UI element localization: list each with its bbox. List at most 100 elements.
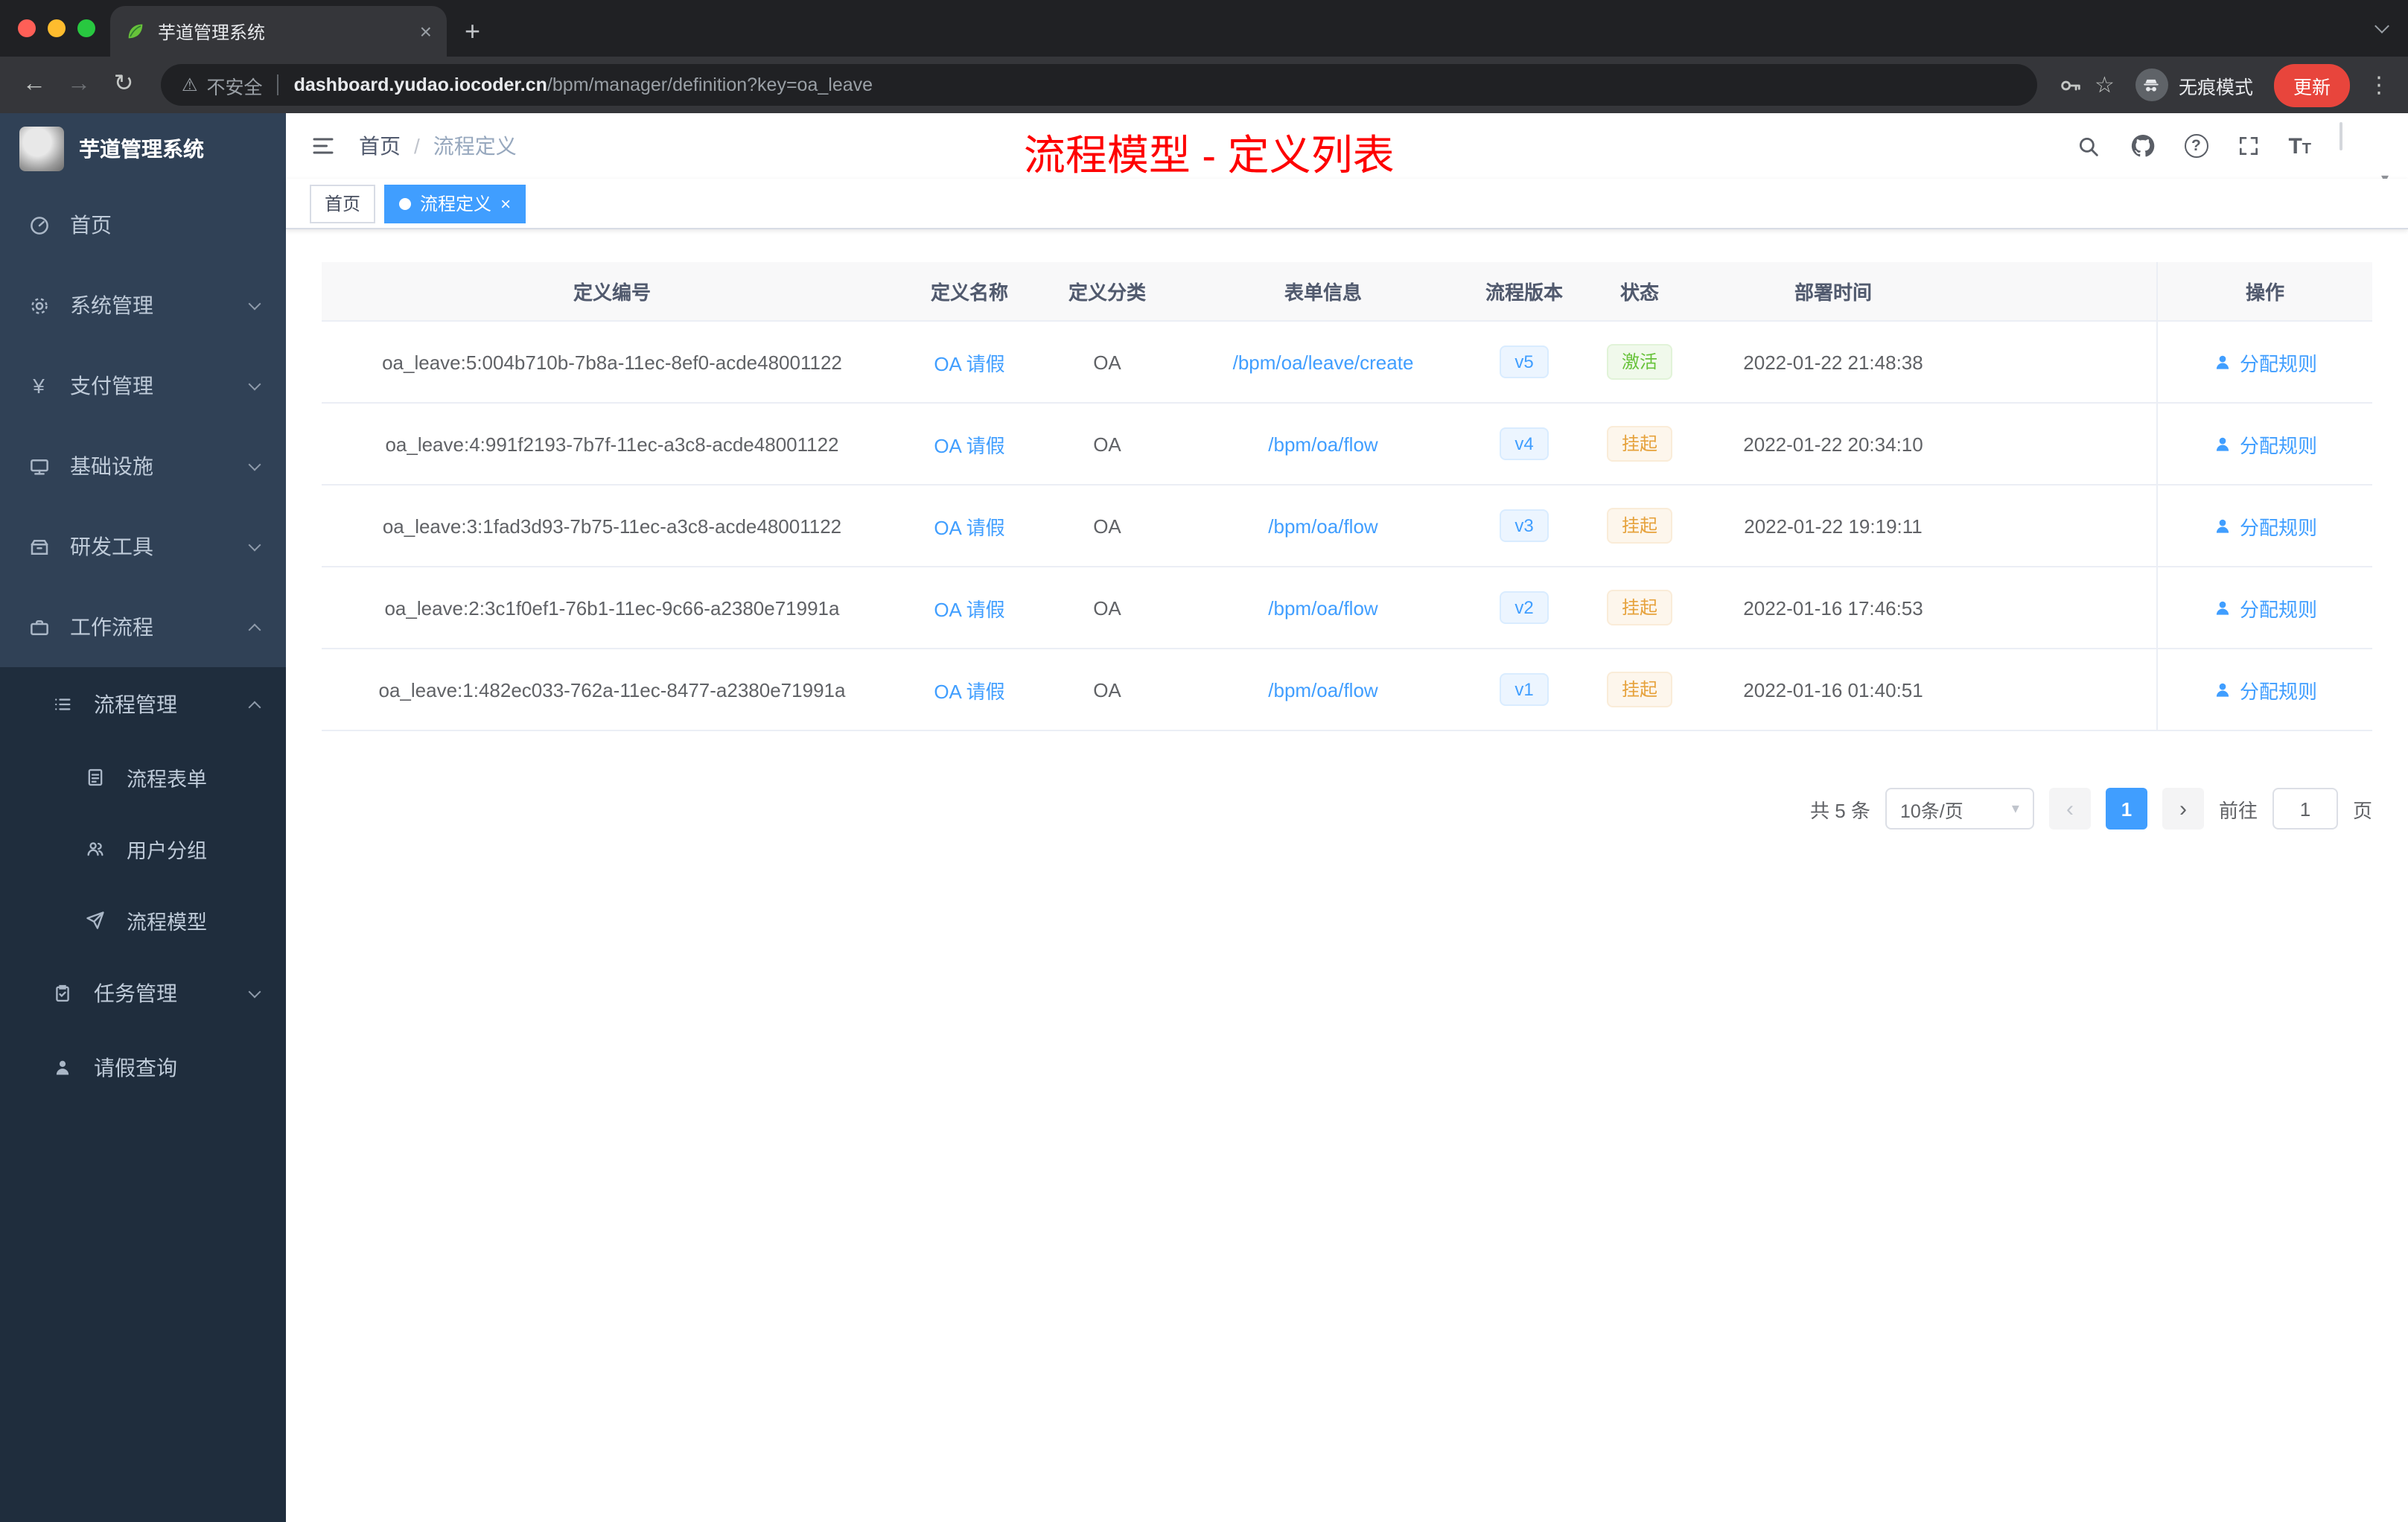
sidebar-item-process-model[interactable]: 流程模型 — [0, 885, 286, 956]
incognito-badge: 无痕模式 — [2135, 69, 2253, 101]
window-controls — [18, 19, 95, 37]
tag-close-icon[interactable]: × — [500, 194, 511, 212]
update-button[interactable]: 更新 — [2273, 63, 2350, 106]
browser-tabstrip: 芋道管理系统 × + — [0, 0, 2408, 57]
prev-page-button[interactable]: ‹ — [2048, 788, 2091, 830]
sidebar-item-workflow[interactable]: 工作流程 — [0, 587, 286, 667]
browser-menu-icon[interactable]: ⋮ — [2368, 71, 2390, 98]
col-form-info: 表单信息 — [1284, 281, 1362, 304]
send-icon — [83, 910, 107, 931]
user-avatar[interactable]: ▾ — [2339, 122, 2389, 188]
bookmark-star-icon[interactable]: ☆ — [2095, 71, 2115, 98]
definition-name-link[interactable]: OA 请假 — [934, 675, 1004, 704]
cell-category: OA — [1093, 351, 1121, 373]
sidebar-item-process-form[interactable]: 流程表单 — [0, 742, 286, 813]
sidebar-item-leave-query[interactable]: 请假查询 — [0, 1031, 286, 1105]
tab-search-chevron-icon[interactable] — [2374, 19, 2389, 34]
col-version: 流程版本 — [1485, 281, 1563, 304]
tag-home[interactable]: 首页 — [310, 184, 376, 223]
pagination-total: 共 5 条 — [1810, 799, 1870, 821]
col-definition-id: 定义编号 — [573, 281, 651, 304]
breadcrumb-home[interactable]: 首页 — [359, 131, 401, 161]
help-icon[interactable]: ? — [2184, 134, 2208, 158]
header-actions: ? TT ▾ — [2075, 122, 2389, 188]
sidebar-item-home[interactable]: 首页 — [0, 185, 286, 265]
form-icon — [83, 767, 107, 788]
tag-active-dot — [399, 197, 412, 209]
back-button[interactable]: ← — [18, 72, 51, 97]
tab-close-icon[interactable]: × — [420, 21, 432, 42]
cell-form-info: /bpm/oa/flow — [1178, 649, 1468, 730]
current-page-button[interactable]: 1 — [2105, 788, 2147, 830]
security-label[interactable]: 不安全 — [207, 71, 263, 99]
status-badge: 挂起 — [1606, 507, 1672, 544]
table-row: oa_leave:3:1fad3d93-7b75-11ec-a3c8-acde4… — [322, 485, 2372, 567]
password-key-icon[interactable] — [2057, 72, 2083, 98]
sidebar-item-devtools[interactable]: 研发工具 — [0, 506, 286, 587]
page-size-select[interactable]: 10条/页 ▾ — [1885, 788, 2034, 830]
definition-name-link[interactable]: OA 请假 — [934, 348, 1004, 376]
definition-name-link[interactable]: OA 请假 — [934, 430, 1004, 458]
cell-actions: 分配规则 — [2156, 649, 2372, 730]
cell-actions: 分配规则 — [2156, 485, 2372, 566]
table-row: oa_leave:2:3c1f0ef1-76b1-11ec-9c66-a2380… — [322, 567, 2372, 649]
goto-page-input[interactable]: 1 — [2272, 788, 2338, 830]
close-window-button[interactable] — [18, 19, 36, 37]
content: 定义编号 定义名称 定义分类 表单信息 流程版本 状态 部署时间 操作 oa_l… — [286, 229, 2408, 1522]
cell-spacer — [1967, 404, 2156, 484]
cell-definition-id: oa_leave:3:1fad3d93-7b75-11ec-a3c8-acde4… — [382, 515, 842, 537]
form-link[interactable]: /bpm/oa/leave/create — [1233, 351, 1414, 373]
assign-rule-link[interactable]: 分配规则 — [2213, 430, 2317, 458]
forward-button[interactable]: → — [63, 72, 95, 97]
assign-rule-link[interactable]: 分配规则 — [2213, 512, 2317, 540]
sidebar-item-system[interactable]: 系统管理 — [0, 265, 286, 346]
github-icon[interactable] — [2129, 133, 2156, 159]
cell-definition-name: OA 请假 — [902, 649, 1036, 730]
browser-tab[interactable]: 芋道管理系统 × — [110, 6, 447, 57]
form-link[interactable]: /bpm/oa/flow — [1268, 433, 1377, 455]
address-bar[interactable]: ⚠ 不安全 dashboard.yudao.iocoder.cn/bpm/man… — [161, 64, 2037, 106]
tag-process-definition[interactable]: 流程定义 × — [384, 184, 526, 223]
definition-name-link[interactable]: OA 请假 — [934, 593, 1004, 622]
security-warning-icon: ⚠ — [182, 74, 198, 95]
cell-deploy-time: 2022-01-16 17:46:53 — [1743, 596, 1923, 619]
sidebar-item-process-management[interactable]: 流程管理 — [0, 667, 286, 742]
definition-table: 定义编号 定义名称 定义分类 表单信息 流程版本 状态 部署时间 操作 oa_l… — [322, 262, 2372, 731]
next-page-button[interactable]: › — [2162, 788, 2204, 830]
sidebar-item-infrastructure[interactable]: 基础设施 — [0, 426, 286, 506]
cell-category: OA — [1093, 433, 1121, 455]
table-header: 定义编号 定义名称 定义分类 表单信息 流程版本 状态 部署时间 操作 — [322, 262, 2372, 322]
reload-button[interactable]: ↻ — [107, 72, 140, 97]
monitor-icon — [27, 455, 51, 477]
maximize-window-button[interactable] — [77, 19, 95, 37]
new-tab-button[interactable]: + — [465, 18, 480, 45]
sidebar-item-payment[interactable]: ¥ 支付管理 — [0, 346, 286, 426]
sidebar-item-task-management[interactable]: 任务管理 — [0, 956, 286, 1031]
font-size-icon[interactable]: TT — [2288, 135, 2311, 157]
form-link[interactable]: /bpm/oa/flow — [1268, 515, 1377, 537]
col-definition-name: 定义名称 — [930, 281, 1008, 304]
url-path: /bpm/manager/definition?key=oa_leave — [547, 74, 873, 95]
assign-rule-link[interactable]: 分配规则 — [2213, 348, 2317, 376]
version-badge: v1 — [1500, 672, 1549, 707]
fullscreen-icon[interactable] — [2236, 134, 2260, 158]
status-badge: 挂起 — [1606, 425, 1672, 462]
sidebar-item-user-group[interactable]: 用户分组 — [0, 813, 286, 885]
workflow-submenu: 流程管理 流程表单 用户分组 流程模型 任务管理 请假查询 — [0, 667, 286, 1522]
definition-name-link[interactable]: OA 请假 — [934, 512, 1004, 540]
minimize-window-button[interactable] — [48, 19, 66, 37]
briefcase-icon — [27, 616, 51, 638]
assign-rule-link[interactable]: 分配规则 — [2213, 593, 2317, 622]
cell-form-info: /bpm/oa/flow — [1178, 485, 1468, 566]
form-link[interactable]: /bpm/oa/flow — [1268, 596, 1377, 619]
gear-icon — [27, 294, 51, 316]
hamburger-icon[interactable] — [310, 133, 337, 159]
assign-rule-link[interactable]: 分配规则 — [2213, 675, 2317, 704]
form-link[interactable]: /bpm/oa/flow — [1268, 678, 1377, 701]
select-caret-icon: ▾ — [2011, 800, 2019, 817]
person-icon — [2216, 436, 2229, 450]
status-badge: 挂起 — [1606, 671, 1672, 708]
search-icon[interactable] — [2075, 133, 2100, 159]
tab-favicon-icon — [125, 21, 146, 42]
cell-status: 挂起 — [1580, 649, 1699, 730]
